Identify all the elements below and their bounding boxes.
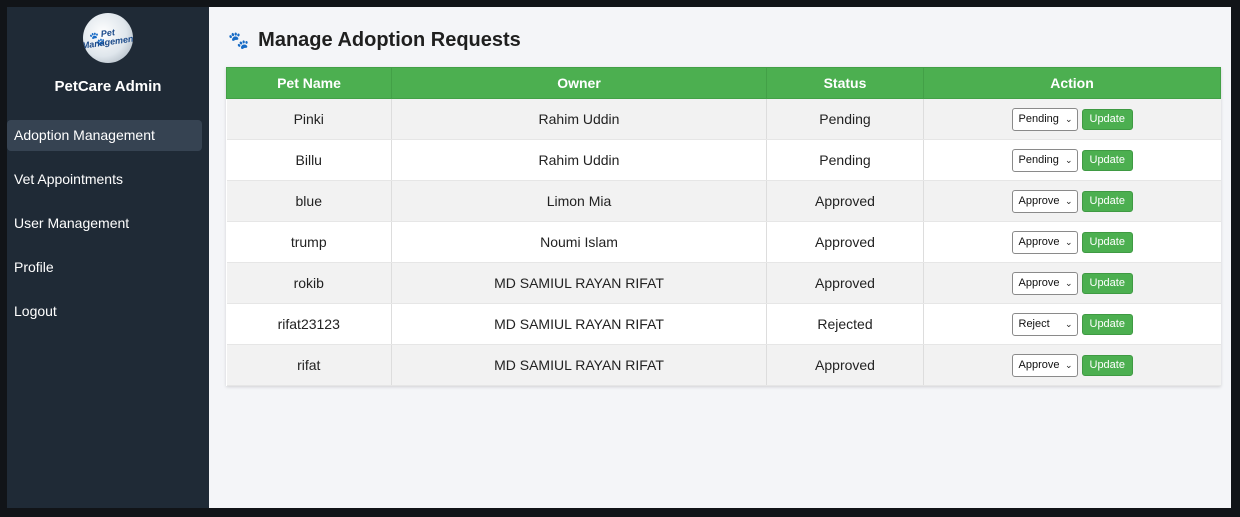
pet-name-cell: blue (226, 180, 392, 222)
pet-name-cell: trump (226, 221, 392, 263)
status-select[interactable]: Reject ⌄ (1011, 312, 1078, 336)
status-cell: Pending (766, 98, 924, 140)
table-row: rokib MD SAMIUL RAYAN RIFAT Approved App… (226, 262, 1221, 304)
table-row: rifat23123 MD SAMIUL RAYAN RIFAT Rejecte… (226, 303, 1221, 345)
owner-cell: Rahim Uddin (391, 98, 767, 140)
status-select-value: Pending (1018, 154, 1059, 166)
main-content: 🐾 Manage Adoption Requests Pet Name Owne… (209, 7, 1231, 508)
sidebar-item-profile[interactable]: Profile (7, 252, 209, 283)
logo-wrap: 🐾 Pet Management (7, 13, 209, 63)
status-select[interactable]: Approve ⌄ (1011, 271, 1078, 295)
sidebar-item-user-management[interactable]: User Management (7, 208, 209, 239)
chevron-down-icon: ⌄ (1064, 277, 1073, 288)
action-controls: Approve ⌄ Update (924, 263, 1221, 303)
status-select[interactable]: Approve ⌄ (1011, 189, 1078, 213)
action-cell: Approve ⌄ Update (923, 180, 1221, 222)
title-row: 🐾 Manage Adoption Requests (226, 29, 1221, 52)
status-cell: Pending (766, 139, 924, 181)
table-row: rifat MD SAMIUL RAYAN RIFAT Approved App… (226, 344, 1221, 386)
header-action: Action (923, 67, 1221, 99)
update-button[interactable]: Update (1081, 272, 1133, 294)
status-select-value: Pending (1018, 113, 1059, 125)
chevron-down-icon: ⌄ (1064, 318, 1073, 329)
owner-cell: MD SAMIUL RAYAN RIFAT (391, 303, 767, 345)
page-title: Manage Adoption Requests (258, 29, 521, 51)
owner-cell: Rahim Uddin (391, 139, 767, 181)
owner-cell: Noumi Islam (391, 221, 767, 263)
chevron-down-icon: ⌄ (1064, 195, 1073, 206)
status-select-value: Approve (1018, 195, 1060, 207)
action-cell: Pending ⌄ Update (923, 98, 1221, 140)
header-status: Status (766, 67, 924, 99)
chevron-down-icon: ⌄ (1064, 113, 1073, 124)
app-window: 🐾 Pet Management PetCare Admin Adoption … (7, 7, 1231, 508)
chevron-down-icon: ⌄ (1064, 154, 1073, 165)
chevron-down-icon: ⌄ (1064, 359, 1073, 370)
update-button[interactable]: Update (1081, 231, 1133, 253)
paw-icon: 🐾 (228, 30, 250, 50)
status-cell: Approved (766, 344, 924, 386)
action-controls: Approve ⌄ Update (924, 181, 1221, 221)
action-cell: Approve ⌄ Update (923, 344, 1221, 386)
owner-cell: MD SAMIUL RAYAN RIFAT (391, 262, 767, 304)
status-cell: Approved (766, 221, 924, 263)
update-button[interactable]: Update (1081, 313, 1133, 335)
update-button[interactable]: Update (1081, 108, 1133, 130)
brand-title: PetCare Admin (54, 78, 162, 95)
owner-cell: MD SAMIUL RAYAN RIFAT (391, 344, 767, 386)
table-header: Pet Name Owner Status Action (226, 67, 1221, 99)
table-row: Pinki Rahim Uddin Pending Pending ⌄ Upda… (226, 98, 1221, 140)
action-controls: Approve ⌄ Update (924, 222, 1221, 262)
status-cell: Approved (766, 180, 924, 222)
status-cell: Approved (766, 262, 924, 304)
pet-name-cell: rifat (226, 344, 392, 386)
sidebar: 🐾 Pet Management PetCare Admin Adoption … (7, 7, 209, 508)
status-select-value: Approve (1018, 359, 1060, 371)
sidebar-nav: Adoption Management Vet Appointments Use… (7, 120, 209, 340)
status-select[interactable]: Pending ⌄ (1011, 148, 1078, 172)
update-button[interactable]: Update (1081, 190, 1133, 212)
action-cell: Pending ⌄ Update (923, 139, 1221, 181)
action-cell: Approve ⌄ Update (923, 262, 1221, 304)
action-controls: Approve ⌄ Update (924, 345, 1221, 385)
action-controls: Pending ⌄ Update (924, 99, 1221, 139)
sidebar-item-logout[interactable]: Logout (7, 296, 209, 327)
action-controls: Reject ⌄ Update (924, 304, 1221, 344)
action-controls: Pending ⌄ Update (924, 140, 1221, 180)
logo-text: Pet Management (83, 27, 133, 51)
status-select-value: Approve (1018, 236, 1060, 248)
status-select[interactable]: Approve ⌄ (1011, 230, 1078, 254)
status-select-value: Reject (1018, 318, 1050, 330)
table-row: blue Limon Mia Approved Approve ⌄ Update (226, 180, 1221, 222)
sidebar-item-vet-appointments[interactable]: Vet Appointments (7, 164, 209, 195)
header-owner: Owner (391, 67, 767, 99)
owner-cell: Limon Mia (391, 180, 767, 222)
pet-name-cell: rokib (226, 262, 392, 304)
header-pet-name: Pet Name (226, 67, 392, 99)
pet-name-cell: Pinki (226, 98, 392, 140)
status-cell: Rejected (766, 303, 924, 345)
chevron-down-icon: ⌄ (1064, 236, 1073, 247)
sidebar-item-adoption-management[interactable]: Adoption Management (7, 120, 202, 151)
status-select-value: Approve (1018, 277, 1060, 289)
status-select[interactable]: Pending ⌄ (1011, 107, 1078, 131)
header-row: Pet Name Owner Status Action (226, 67, 1221, 99)
status-select[interactable]: Approve ⌄ (1011, 353, 1078, 377)
update-button[interactable]: Update (1081, 149, 1133, 171)
pet-name-cell: rifat23123 (226, 303, 392, 345)
logo: 🐾 Pet Management (83, 13, 133, 63)
table-row: Billu Rahim Uddin Pending Pending ⌄ Upda… (226, 139, 1221, 181)
action-cell: Reject ⌄ Update (923, 303, 1221, 345)
update-button[interactable]: Update (1081, 354, 1133, 376)
action-cell: Approve ⌄ Update (923, 221, 1221, 263)
table-body: Pinki Rahim Uddin Pending Pending ⌄ Upda… (226, 98, 1221, 386)
table-row: trump Noumi Islam Approved Approve ⌄ Upd… (226, 221, 1221, 263)
pet-name-cell: Billu (226, 139, 392, 181)
adoption-requests-table: Pet Name Owner Status Action Pinki Rahim… (226, 67, 1221, 386)
